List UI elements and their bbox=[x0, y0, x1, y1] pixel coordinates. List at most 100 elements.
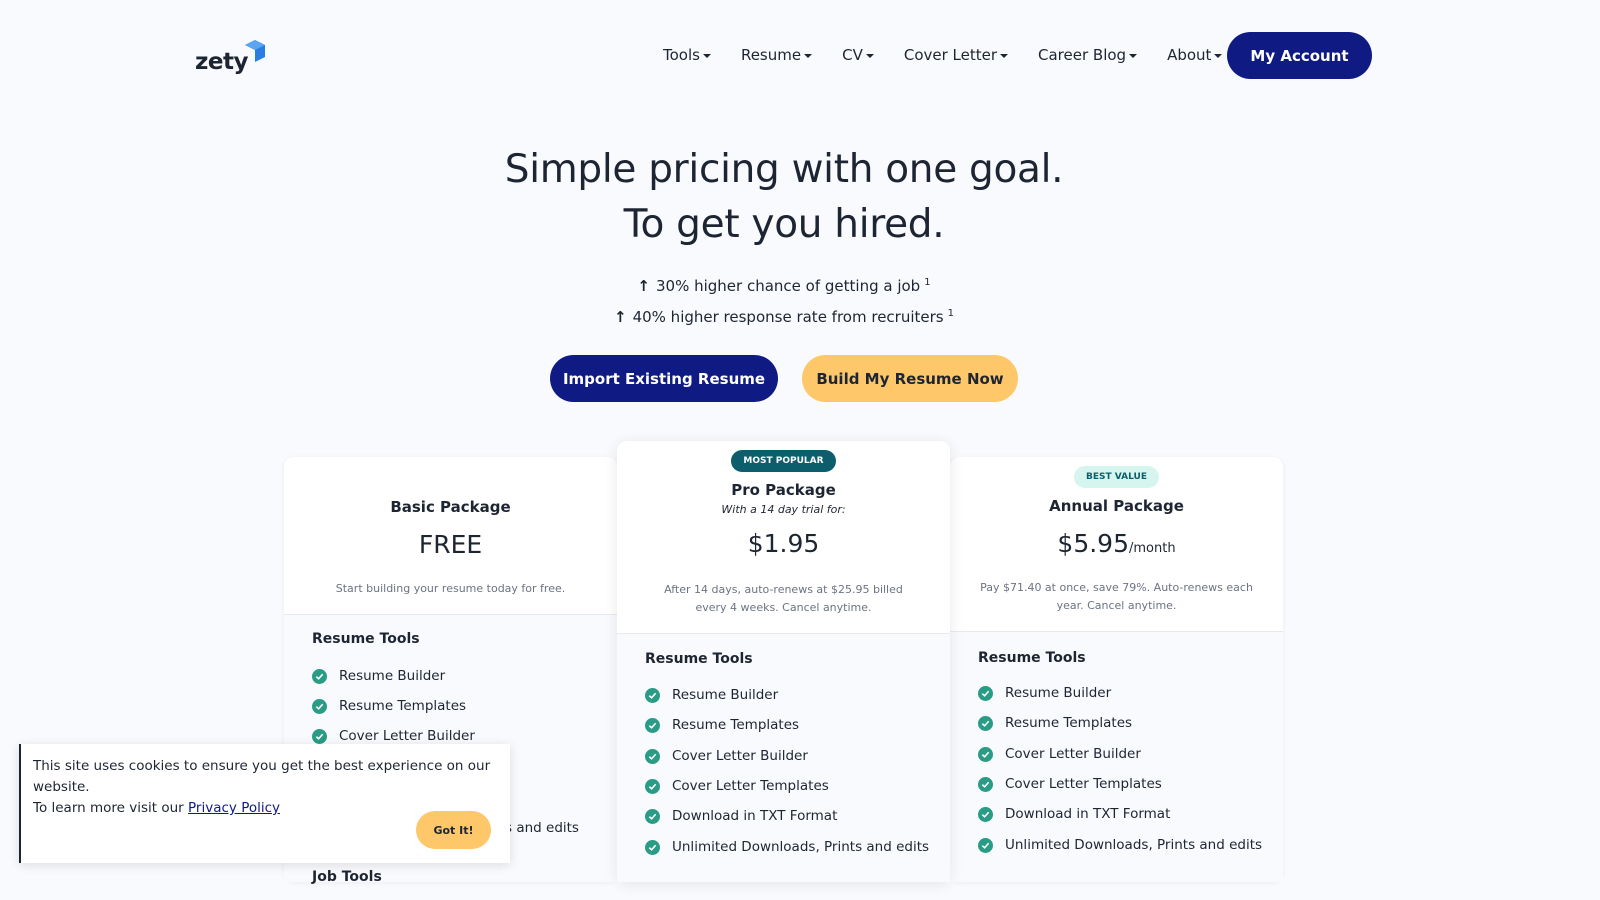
chevron-down-icon bbox=[1214, 54, 1223, 58]
best-value-badge: BEST VALUE bbox=[1074, 466, 1159, 488]
title-line-2: To get you hired. bbox=[623, 202, 945, 247]
privacy-policy-link[interactable]: Privacy Policy bbox=[188, 800, 280, 816]
note-line-2: year. Cancel anytime. bbox=[1056, 599, 1177, 612]
pro-card-header: MOST POPULAR Pro Package With a 14 day t… bbox=[617, 441, 950, 634]
cookie-banner: This site uses cookies to ensure you get… bbox=[19, 744, 510, 863]
note-line-1: After 14 days, auto-renews at $25.95 bil… bbox=[664, 583, 903, 596]
most-popular-badge: MOST POPULAR bbox=[731, 450, 836, 472]
chevron-down-icon bbox=[865, 54, 874, 58]
footnote-marker: 1 bbox=[924, 277, 931, 288]
note-line-1: Pay $71.40 at once, save 79%. Auto-renew… bbox=[980, 581, 1253, 594]
check-icon bbox=[645, 687, 660, 703]
feature-label: Resume Templates bbox=[1005, 715, 1133, 731]
feature-label: Cover Letter Templates bbox=[672, 778, 829, 794]
section-title: Resume Tools bbox=[978, 650, 1086, 666]
check-icon bbox=[978, 715, 993, 731]
basic-card-header: Basic Package FREE Start building your r… bbox=[284, 457, 617, 615]
cookie-line-1: This site uses cookies to ensure you get… bbox=[33, 758, 491, 795]
chevron-down-icon bbox=[804, 54, 813, 58]
stat-job-chance-text: 30% higher chance of getting a job bbox=[656, 277, 921, 295]
feature-item: Cover Letter Templates bbox=[645, 778, 829, 794]
feature-label: Resume Builder bbox=[1005, 685, 1112, 701]
cookie-message: This site uses cookies to ensure you get… bbox=[33, 756, 510, 819]
feature-item: Resume Templates bbox=[312, 698, 466, 714]
check-icon bbox=[645, 839, 660, 855]
feature-label: Resume Builder bbox=[339, 668, 446, 684]
pro-card-body: Resume Tools Resume Builder Resume Templ… bbox=[617, 634, 950, 882]
feature-label: Cover Letter Builder bbox=[1005, 746, 1141, 762]
feature-item: Resume Templates bbox=[645, 717, 799, 733]
feature-item-partial: s and edits bbox=[505, 820, 579, 836]
nav-resume[interactable]: Resume bbox=[741, 44, 813, 66]
nav-cover-letter-label: Cover Letter bbox=[903, 46, 998, 64]
check-icon bbox=[978, 685, 993, 701]
section-title: Resume Tools bbox=[312, 631, 420, 647]
title-line-1: Simple pricing with one goal. bbox=[504, 147, 1064, 192]
nav-cv[interactable]: CV bbox=[842, 44, 874, 66]
feature-label: Download in TXT Format bbox=[672, 808, 838, 824]
main-nav: Tools Resume CV Cover Letter Career Blog… bbox=[663, 44, 1223, 66]
nav-tools-label: Tools bbox=[663, 46, 700, 64]
stat-job-chance: ↑ 30% higher chance of getting a job 1 bbox=[0, 277, 1568, 295]
check-icon bbox=[978, 746, 993, 762]
feature-item: Unlimited Downloads, Prints and edits bbox=[978, 837, 1262, 853]
package-note: Pay $71.40 at once, save 79%. Auto-renew… bbox=[950, 579, 1283, 615]
check-icon bbox=[645, 748, 660, 764]
feature-item: Cover Letter Builder bbox=[312, 728, 475, 744]
trial-note: With a 14 day trial for: bbox=[721, 503, 846, 516]
check-icon bbox=[312, 668, 327, 684]
package-price-row: $5.95/month bbox=[950, 529, 1283, 558]
arrow-up-icon: ↑ bbox=[637, 277, 650, 295]
logo-text: zety bbox=[195, 49, 248, 75]
feature-item: Resume Builder bbox=[312, 668, 445, 684]
chevron-down-icon bbox=[1129, 54, 1138, 58]
feature-item: Cover Letter Templates bbox=[978, 776, 1162, 792]
package-note: After 14 days, auto-renews at $25.95 bil… bbox=[617, 581, 950, 617]
package-name: Pro Package bbox=[731, 481, 836, 499]
logo-cube-icon bbox=[244, 40, 265, 62]
chevron-down-icon bbox=[1000, 54, 1009, 58]
check-icon bbox=[978, 776, 993, 792]
job-tools-title: Job Tools bbox=[312, 869, 382, 885]
nav-about[interactable]: About bbox=[1167, 44, 1223, 66]
badge-wrap: MOST POPULAR bbox=[617, 448, 950, 472]
check-icon bbox=[645, 778, 660, 794]
stat-response-rate: ↑ 40% higher response rate from recruiter… bbox=[0, 308, 1568, 326]
feature-label: Unlimited Downloads, Prints and edits bbox=[672, 839, 930, 855]
feature-item: Unlimited Downloads, Prints and edits bbox=[645, 839, 929, 855]
feature-label: Resume Templates bbox=[672, 717, 800, 733]
check-icon bbox=[312, 728, 327, 744]
zety-logo[interactable]: zety bbox=[195, 38, 265, 74]
nav-cover-letter[interactable]: Cover Letter bbox=[903, 44, 1009, 66]
package-name: Basic Package bbox=[390, 498, 511, 516]
nav-tools[interactable]: Tools bbox=[663, 44, 711, 66]
feature-label: Unlimited Downloads, Prints and edits bbox=[1005, 837, 1263, 853]
feature-item: Resume Builder bbox=[978, 685, 1111, 701]
page-title: Simple pricing with one goal. To get you… bbox=[0, 142, 1568, 252]
feature-label: Cover Letter Builder bbox=[339, 728, 475, 744]
pro-package-card: MOST POPULAR Pro Package With a 14 day t… bbox=[617, 441, 950, 882]
price-unit: /month bbox=[1129, 541, 1176, 556]
cookie-accept-button[interactable]: Got It! bbox=[416, 811, 491, 849]
feature-item: Download in TXT Format bbox=[645, 808, 837, 824]
arrow-up-icon: ↑ bbox=[614, 308, 627, 326]
import-resume-button[interactable]: Import Existing Resume bbox=[550, 355, 778, 402]
package-price: $5.95 bbox=[1057, 529, 1129, 558]
feature-label: Cover Letter Builder bbox=[672, 748, 808, 764]
build-resume-button[interactable]: Build My Resume Now bbox=[802, 355, 1018, 402]
cookie-line-2-prefix: To learn more visit our bbox=[33, 800, 189, 816]
annual-card-body: Resume Tools Resume Builder Resume Templ… bbox=[950, 632, 1283, 882]
check-icon bbox=[978, 837, 993, 853]
feature-label: Resume Templates bbox=[339, 698, 467, 714]
feature-item: Resume Templates bbox=[978, 715, 1132, 731]
my-account-button[interactable]: My Account bbox=[1227, 32, 1372, 79]
check-icon bbox=[645, 717, 660, 733]
feature-label: Resume Builder bbox=[672, 687, 779, 703]
nav-about-label: About bbox=[1167, 46, 1212, 64]
nav-cv-label: CV bbox=[842, 46, 863, 64]
package-note: Start building your resume today for fre… bbox=[335, 582, 566, 595]
nav-career-blog[interactable]: Career Blog bbox=[1038, 44, 1138, 66]
check-icon bbox=[312, 698, 327, 714]
feature-label: Download in TXT Format bbox=[1005, 806, 1171, 822]
nav-career-blog-label: Career Blog bbox=[1038, 46, 1127, 64]
